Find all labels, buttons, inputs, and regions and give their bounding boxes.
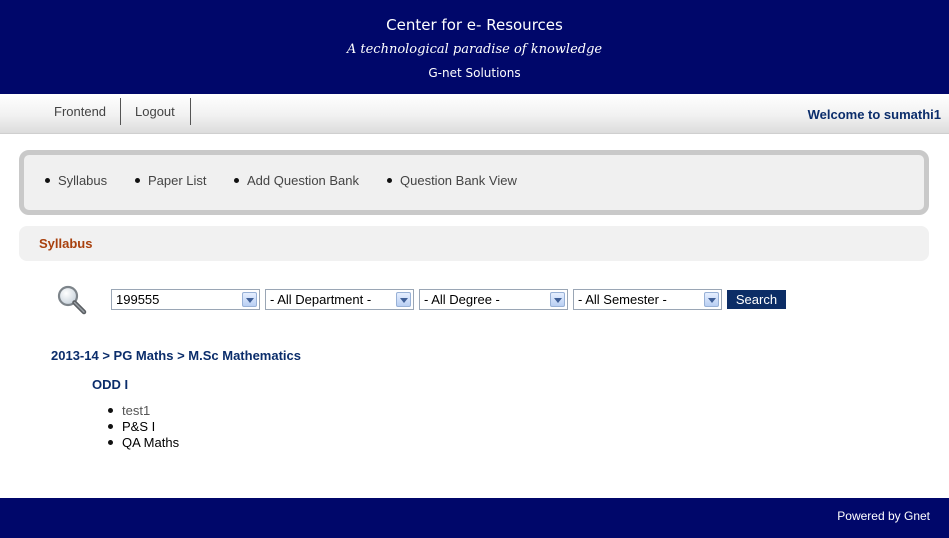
powered-by-text: Powered by Gnet [837,509,930,523]
bullet-icon [45,178,50,184]
submenu-item-syllabus[interactable]: Syllabus [45,173,107,188]
bullet-icon [108,440,113,446]
dropdown-arrow-icon [550,292,565,307]
submenu-item-label: Syllabus [58,173,108,188]
site-tagline: A technological paradise of knowledge [346,42,603,57]
dropdown-arrow-icon [704,292,719,307]
select-value: - All Semester - [578,292,667,307]
dropdown-arrow-icon [396,292,411,307]
subject-label: QA Maths [122,435,180,450]
submenu-item-label: Question Bank View [400,173,517,188]
bullet-icon [387,178,392,184]
submenu-item-add-question-bank[interactable]: Add Question Bank [234,173,359,188]
sub-menu: Syllabus Paper List Add Question Bank Qu… [19,150,929,215]
list-item[interactable]: QA Maths [108,435,179,451]
company-name: G-net Solutions [428,66,521,80]
welcome-message: Welcome to sumathi1 [807,107,941,122]
submenu-item-label: Paper List [148,173,207,188]
department-select[interactable]: - All Department - [265,289,414,310]
top-navigation: Frontend Logout Welcome to sumathi1 [0,94,949,134]
list-item[interactable]: P&S I [108,419,179,435]
bullet-icon [108,408,113,414]
site-header: Center for e- Resources A technological … [0,0,949,94]
course-breadcrumb: 2013-14 > PG Maths > M.Sc Mathematics [51,348,301,363]
subject-list: test1 P&S I QA Maths [108,403,179,451]
subject-label: P&S I [122,419,156,434]
semester-select[interactable]: - All Semester - [573,289,722,310]
list-item[interactable]: test1 [108,403,179,419]
bullet-icon [135,178,140,184]
search-button[interactable]: Search [727,290,786,309]
site-footer: Powered by Gnet [0,498,949,538]
section-header: Syllabus [19,226,929,261]
nav-separator [120,98,121,125]
degree-select[interactable]: - All Degree - [419,289,568,310]
site-title: Center for e- Resources [386,16,563,34]
subject-label: test1 [122,403,151,418]
nav-separator [190,98,191,125]
semester-heading: ODD I [92,377,129,392]
select-value: - All Department - [270,292,372,307]
magnifier-icon [55,284,89,318]
submenu-item-label: Add Question Bank [247,173,360,188]
submenu-item-question-bank-view[interactable]: Question Bank View [387,173,517,188]
dropdown-arrow-icon [242,292,257,307]
frontend-link[interactable]: Frontend [54,98,106,125]
select-value: 199555 [116,292,160,307]
course-code-select[interactable]: 199555 [111,289,260,310]
submenu-item-paper-list[interactable]: Paper List [135,173,207,188]
bullet-icon [108,424,113,430]
select-value: - All Degree - [424,292,500,307]
section-title: Syllabus [39,236,93,251]
bullet-icon [234,178,239,184]
logout-link[interactable]: Logout [135,98,175,125]
